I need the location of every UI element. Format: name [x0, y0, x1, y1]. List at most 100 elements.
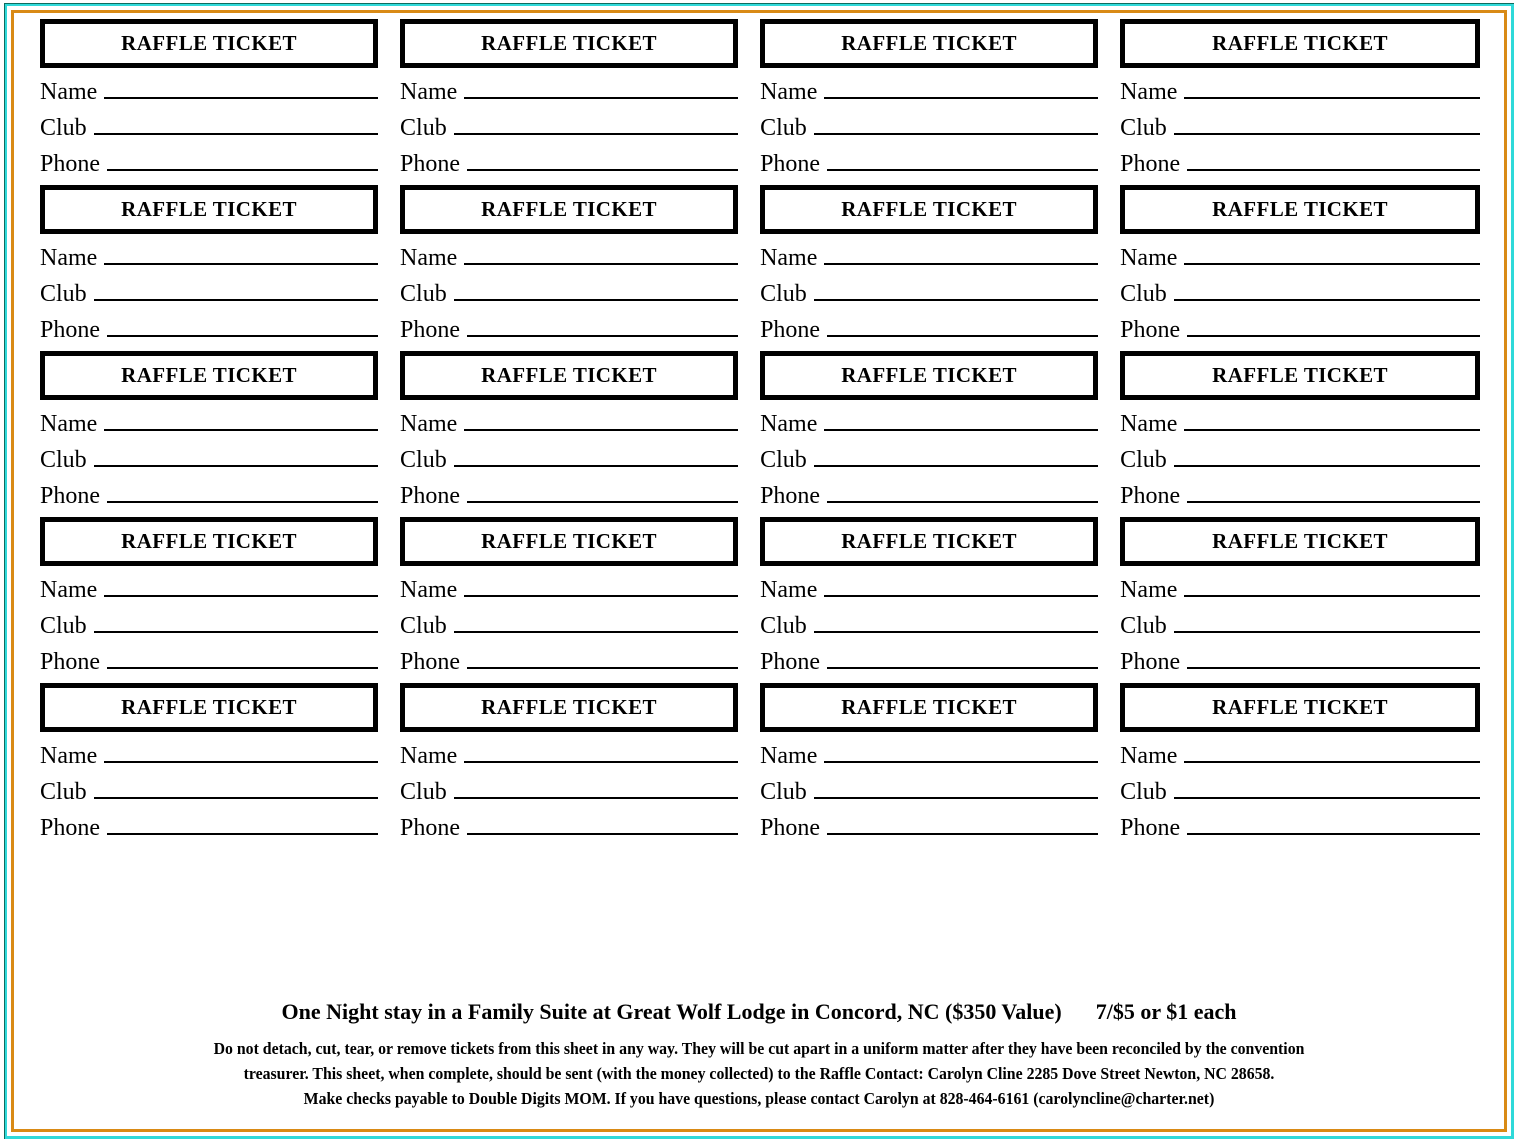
field-input-club[interactable]	[93, 113, 379, 135]
field-label-phone: Phone	[1120, 815, 1181, 841]
field-input-phone[interactable]	[1187, 149, 1480, 171]
field-input-name[interactable]	[824, 243, 1099, 265]
field-label-name: Name	[400, 577, 458, 603]
field-input-phone[interactable]	[107, 813, 379, 835]
ticket-fields: Name Club Phone	[1120, 566, 1480, 683]
field-row-name: Name	[1120, 243, 1480, 279]
field-label-name: Name	[1120, 743, 1178, 769]
field-input-club[interactable]	[453, 611, 739, 633]
field-input-name[interactable]	[824, 575, 1099, 597]
field-input-name[interactable]	[464, 741, 739, 763]
field-label-name: Name	[40, 79, 98, 105]
ticket-title: RAFFLE TICKET	[481, 529, 657, 553]
field-row-name: Name	[400, 243, 739, 279]
field-row-name: Name	[760, 741, 1099, 777]
ticket-fields: Name Club Phone	[1120, 400, 1480, 517]
field-input-phone[interactable]	[1187, 813, 1480, 835]
field-label-phone: Phone	[400, 649, 461, 675]
field-row-name: Name	[400, 741, 739, 777]
field-input-club[interactable]	[813, 113, 1099, 135]
field-input-club[interactable]	[1173, 279, 1480, 301]
field-input-club[interactable]	[93, 611, 379, 633]
field-input-club[interactable]	[453, 445, 739, 467]
field-label-phone: Phone	[40, 483, 100, 509]
ticket-title-box: RAFFLE TICKET	[40, 351, 379, 400]
field-input-phone[interactable]	[467, 481, 739, 503]
field-input-phone[interactable]	[827, 315, 1099, 337]
field-input-phone[interactable]	[467, 315, 739, 337]
field-input-name[interactable]	[464, 77, 739, 99]
field-input-phone[interactable]	[827, 481, 1099, 503]
field-input-name[interactable]	[1184, 243, 1480, 265]
field-row-name: Name	[1120, 741, 1480, 777]
field-input-name[interactable]	[464, 243, 739, 265]
field-input-name[interactable]	[104, 575, 379, 597]
field-label-name: Name	[760, 79, 818, 105]
field-input-club[interactable]	[1173, 113, 1480, 135]
field-input-name[interactable]	[104, 741, 379, 763]
ticket-fields: Name Club Phone	[40, 566, 379, 683]
field-label-club: Club	[40, 447, 87, 473]
field-input-phone[interactable]	[827, 647, 1099, 669]
field-input-phone[interactable]	[1187, 647, 1480, 669]
field-input-name[interactable]	[464, 409, 739, 431]
field-input-club[interactable]	[813, 611, 1099, 633]
field-input-club[interactable]	[813, 445, 1099, 467]
field-row-name: Name	[1120, 575, 1480, 611]
field-row-phone: Phone	[1120, 481, 1480, 517]
field-input-phone[interactable]	[107, 647, 379, 669]
ticket-title: RAFFLE TICKET	[481, 695, 657, 719]
field-input-club[interactable]	[1173, 611, 1480, 633]
field-input-club[interactable]	[93, 445, 379, 467]
field-row-club: Club	[760, 113, 1099, 149]
field-input-club[interactable]	[453, 113, 739, 135]
field-row-phone: Phone	[400, 813, 739, 849]
field-row-club: Club	[760, 445, 1099, 481]
field-input-name[interactable]	[104, 409, 379, 431]
field-input-name[interactable]	[104, 77, 379, 99]
field-label-name: Name	[1120, 79, 1178, 105]
field-input-phone[interactable]	[107, 149, 379, 171]
field-row-club: Club	[760, 777, 1099, 813]
field-input-club[interactable]	[1173, 777, 1480, 799]
field-input-name[interactable]	[104, 243, 379, 265]
field-input-phone[interactable]	[107, 481, 379, 503]
ticket-title-box: RAFFLE TICKET	[40, 517, 379, 566]
field-input-name[interactable]	[464, 575, 739, 597]
field-input-phone[interactable]	[107, 315, 379, 337]
field-label-name: Name	[400, 411, 458, 437]
field-input-club[interactable]	[93, 279, 379, 301]
field-input-phone[interactable]	[467, 813, 739, 835]
field-input-name[interactable]	[1184, 409, 1480, 431]
field-input-club[interactable]	[813, 777, 1099, 799]
ticket-title: RAFFLE TICKET	[841, 197, 1017, 221]
field-input-phone[interactable]	[1187, 315, 1480, 337]
field-input-club[interactable]	[1173, 445, 1480, 467]
field-input-club[interactable]	[813, 279, 1099, 301]
field-input-name[interactable]	[1184, 575, 1480, 597]
field-input-club[interactable]	[453, 279, 739, 301]
ticket-title-box: RAFFLE TICKET	[1120, 19, 1480, 68]
field-input-phone[interactable]	[827, 813, 1099, 835]
field-input-club[interactable]	[453, 777, 739, 799]
ticket-fields: Name Club Phone	[40, 732, 379, 849]
field-label-club: Club	[1120, 115, 1167, 141]
field-input-phone[interactable]	[827, 149, 1099, 171]
field-row-club: Club	[760, 611, 1099, 647]
field-label-club: Club	[40, 779, 87, 805]
field-input-name[interactable]	[1184, 77, 1480, 99]
ticket-fields: Name Club Phone	[760, 234, 1099, 351]
field-input-phone[interactable]	[1187, 481, 1480, 503]
fineprint-block: Do not detach, cut, tear, or remove tick…	[70, 1036, 1448, 1111]
ticket-fields: Name Club Phone	[1120, 68, 1480, 185]
field-input-name[interactable]	[824, 741, 1099, 763]
field-input-name[interactable]	[824, 409, 1099, 431]
field-input-name[interactable]	[824, 77, 1099, 99]
field-input-club[interactable]	[93, 777, 379, 799]
field-input-name[interactable]	[1184, 741, 1480, 763]
field-input-phone[interactable]	[467, 647, 739, 669]
field-input-phone[interactable]	[467, 149, 739, 171]
field-label-club: Club	[1120, 613, 1167, 639]
field-label-phone: Phone	[1120, 483, 1181, 509]
field-row-name: Name	[760, 575, 1099, 611]
